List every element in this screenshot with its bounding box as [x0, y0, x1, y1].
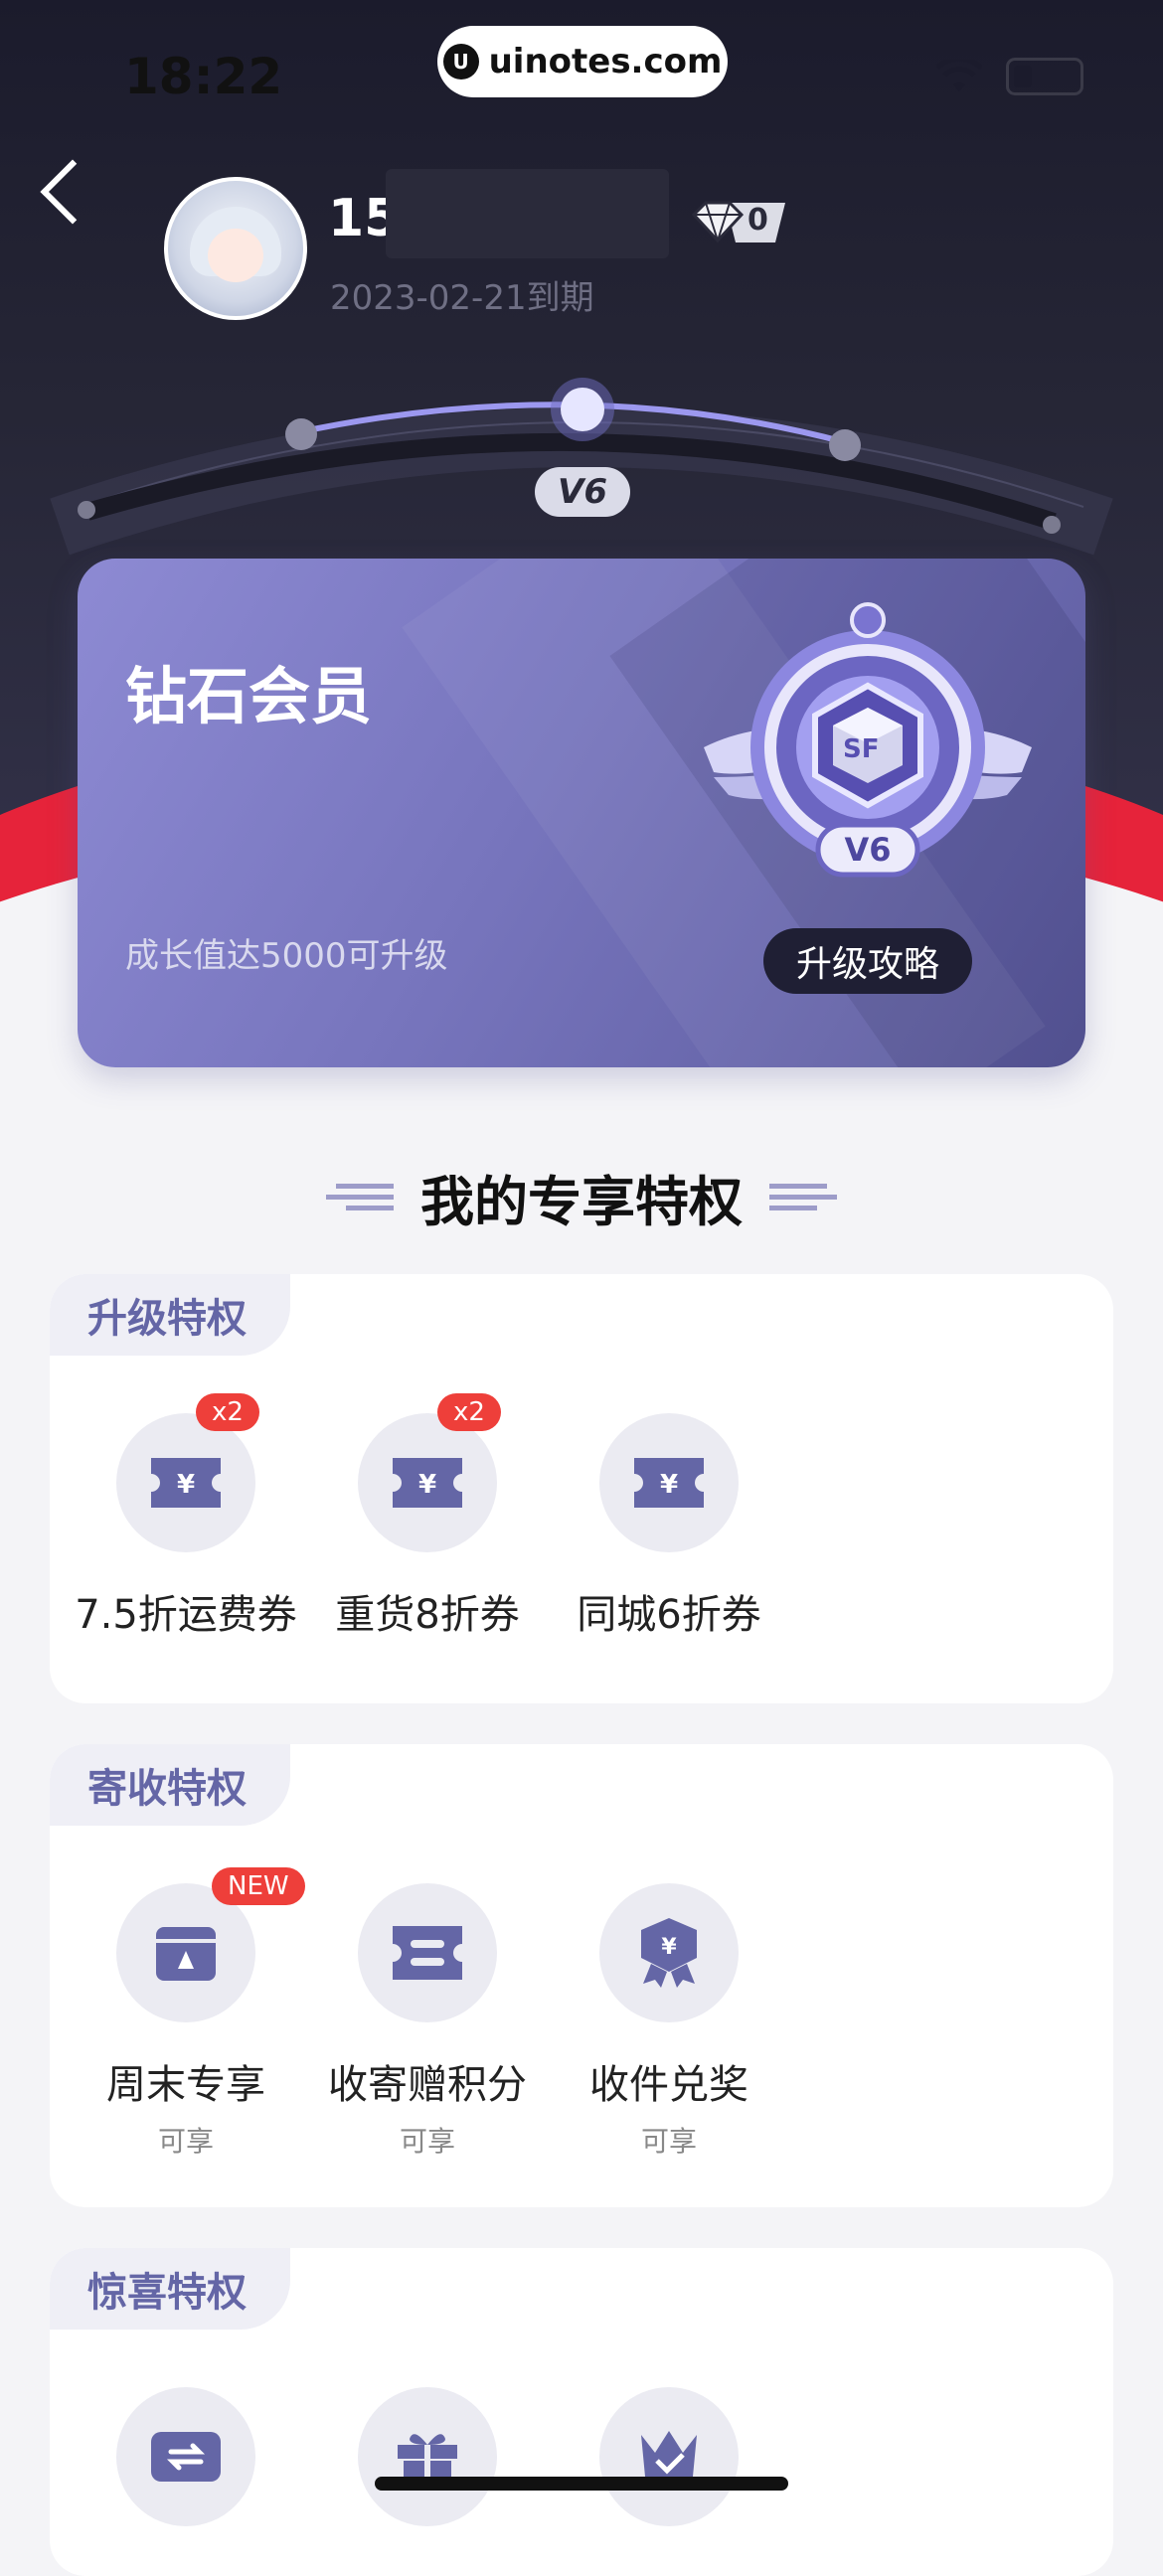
level-node-current [561, 388, 604, 431]
points-value: 0 [748, 203, 768, 238]
medal-level: V6 [844, 831, 891, 869]
home-indicator[interactable] [375, 2477, 788, 2491]
panel-tag: 寄收特权 [50, 1744, 290, 1826]
current-level-tag: V6 [535, 467, 630, 517]
membership-expiry: 2023-02-21到期 [330, 278, 594, 318]
svg-text:¥: ¥ [418, 1470, 436, 1500]
privilege-item[interactable]: NEW 周末专享 可享 [67, 1867, 305, 2160]
privilege-icon-circle [116, 2387, 255, 2526]
privilege-label: 周末专享 [106, 2062, 265, 2108]
privilege-label: 重货8折券 [335, 1592, 520, 1638]
medal-code: SF [843, 734, 880, 764]
exchange-icon [151, 2432, 221, 2482]
section-title: 我的专享特权 [420, 1171, 743, 1233]
upgrade-guide-button[interactable]: 升级攻略 [763, 928, 972, 994]
privilege-icon-circle: NEW [116, 1867, 305, 2022]
privilege-icon-circle [599, 2387, 739, 2526]
url-pill: U uinotes.com [437, 26, 728, 97]
points-badge[interactable]: 0 [686, 197, 790, 248]
redacted-phone-mask [386, 169, 669, 258]
privilege-item[interactable]: ¥ x2 7.5折运费券 [67, 1393, 305, 1640]
level-node-2 [285, 418, 317, 450]
privilege-item[interactable] [550, 2387, 788, 2526]
privilege-icon-circle [358, 2387, 497, 2526]
privilege-label: 7.5折运费券 [75, 1592, 297, 1638]
ticket-icon [393, 1926, 462, 1980]
level-node-4 [829, 429, 861, 461]
panel-shipping-privileges: 寄收特权 NEW 周末专享 可享 收寄赠积分 可享 ¥ 收件兑奖 可享 [50, 1744, 1113, 2207]
upgrade-hint: 成长值达5000可升级 [125, 936, 448, 976]
privilege-label: 收件兑奖 [589, 2062, 748, 2108]
privilege-item[interactable]: ¥ x2 重货8折券 [308, 1393, 547, 1640]
panel-tag: 惊喜特权 [50, 2248, 290, 2330]
new-badge: NEW [212, 1867, 305, 1905]
status-icons [936, 58, 1083, 95]
privilege-item[interactable] [67, 2387, 305, 2526]
privilege-item[interactable] [308, 2387, 547, 2526]
url-text: uinotes.com [488, 42, 723, 81]
privilege-label: 收寄赠积分 [328, 2062, 527, 2108]
title-deco-right-icon [769, 1184, 837, 1210]
avatar[interactable] [164, 177, 307, 320]
coupon-icon: ¥ [634, 1458, 704, 1508]
award-icon: ¥ [641, 1918, 697, 1988]
level-node-1 [78, 501, 95, 519]
quantity-badge: x2 [437, 1393, 501, 1431]
level-progress-arc [50, 378, 1113, 556]
quantity-badge: x2 [196, 1393, 259, 1431]
svg-text:¥: ¥ [177, 1470, 195, 1500]
privilege-status: 可享 [640, 2125, 697, 2158]
member-card-title: 钻石会员 [125, 660, 373, 732]
privilege-label: 同城6折券 [577, 1592, 761, 1638]
diamond-icon [691, 201, 785, 244]
uinotes-logo-icon: U [442, 44, 479, 80]
level-node-5 [1043, 516, 1061, 534]
panel-surprise-privileges: 惊喜特权 [50, 2248, 1113, 2576]
privilege-item[interactable]: ¥ 收件兑奖 可享 [550, 1883, 788, 2160]
status-time: 18:22 [124, 48, 283, 105]
panel-tag: 升级特权 [50, 1274, 290, 1356]
svg-text:¥: ¥ [661, 1935, 677, 1960]
privilege-icon-circle: ¥ [599, 1413, 739, 1552]
wifi-icon [936, 60, 982, 91]
calendar-icon [156, 1927, 216, 1981]
privilege-icon-circle: ¥ [599, 1883, 739, 2022]
coupon-icon: ¥ [393, 1458, 462, 1508]
panel-upgrade-privileges: 升级特权 ¥ x2 7.5折运费券 ¥ x2 重货8折券 ¥ 同城6折券 [50, 1274, 1113, 1703]
privilege-icon-circle: ¥ x2 [358, 1393, 501, 1552]
coupon-icon: ¥ [151, 1458, 221, 1508]
privilege-status: 可享 [157, 2125, 214, 2158]
privilege-icon-circle: ¥ x2 [116, 1393, 259, 1552]
privilege-icon-circle [358, 1883, 497, 2022]
diamond-medal-icon: SF V6 [704, 602, 1032, 878]
privilege-item[interactable]: ¥ 同城6折券 [550, 1413, 788, 1640]
member-card: 钻石会员 成长值达5000可升级 升级攻略 SF V6 [78, 559, 1085, 1067]
privilege-item[interactable]: 收寄赠积分 可享 [308, 1883, 547, 2160]
privilege-status: 可享 [399, 2125, 455, 2158]
svg-text:¥: ¥ [660, 1470, 678, 1500]
battery-icon [1006, 58, 1083, 95]
